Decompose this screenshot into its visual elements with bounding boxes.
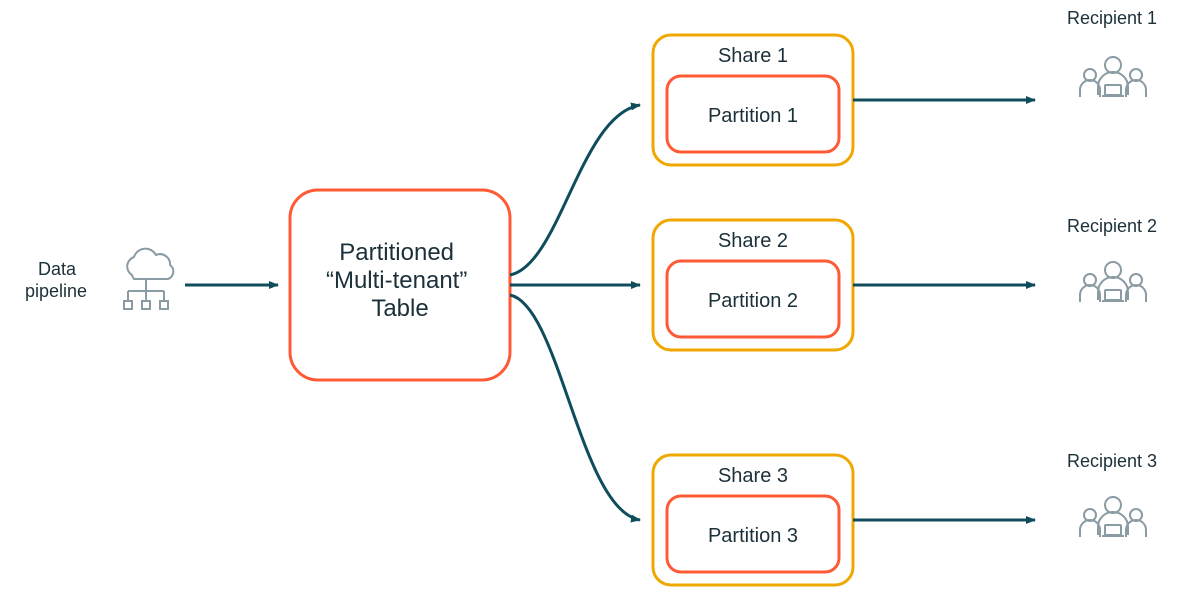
recipient-3-label: Recipient 3 bbox=[1067, 451, 1157, 471]
recipient-2-icon bbox=[1080, 262, 1146, 302]
share-3-group: Share 3 Partition 3 bbox=[653, 455, 853, 585]
recipient-2-label: Recipient 2 bbox=[1067, 216, 1157, 236]
partitioned-table-label: Partitioned “Multi-tenant” Table bbox=[326, 239, 474, 322]
partition-3-label: Partition 3 bbox=[708, 525, 798, 547]
cloud-pipeline-icon bbox=[124, 249, 173, 309]
recipient-1-icon bbox=[1080, 57, 1146, 97]
partition-2-label: Partition 2 bbox=[708, 290, 798, 312]
share-2-group: Share 2 Partition 2 bbox=[653, 220, 853, 350]
share-1-label: Share 1 bbox=[718, 45, 788, 67]
diagram-canvas: Data pipeline Partitioned “Multi-tenant”… bbox=[0, 0, 1200, 615]
recipient-3-icon bbox=[1080, 497, 1146, 537]
share-1-group: Share 1 Partition 1 bbox=[653, 35, 853, 165]
recipient-1-label: Recipient 1 bbox=[1067, 8, 1157, 28]
share-2-label: Share 2 bbox=[718, 230, 788, 252]
arrow-table-to-share-1 bbox=[510, 105, 640, 275]
partition-1-label: Partition 1 bbox=[708, 105, 798, 127]
arrow-table-to-share-3 bbox=[510, 295, 640, 520]
share-3-label: Share 3 bbox=[718, 465, 788, 487]
data-pipeline-label: Data pipeline bbox=[25, 259, 87, 301]
